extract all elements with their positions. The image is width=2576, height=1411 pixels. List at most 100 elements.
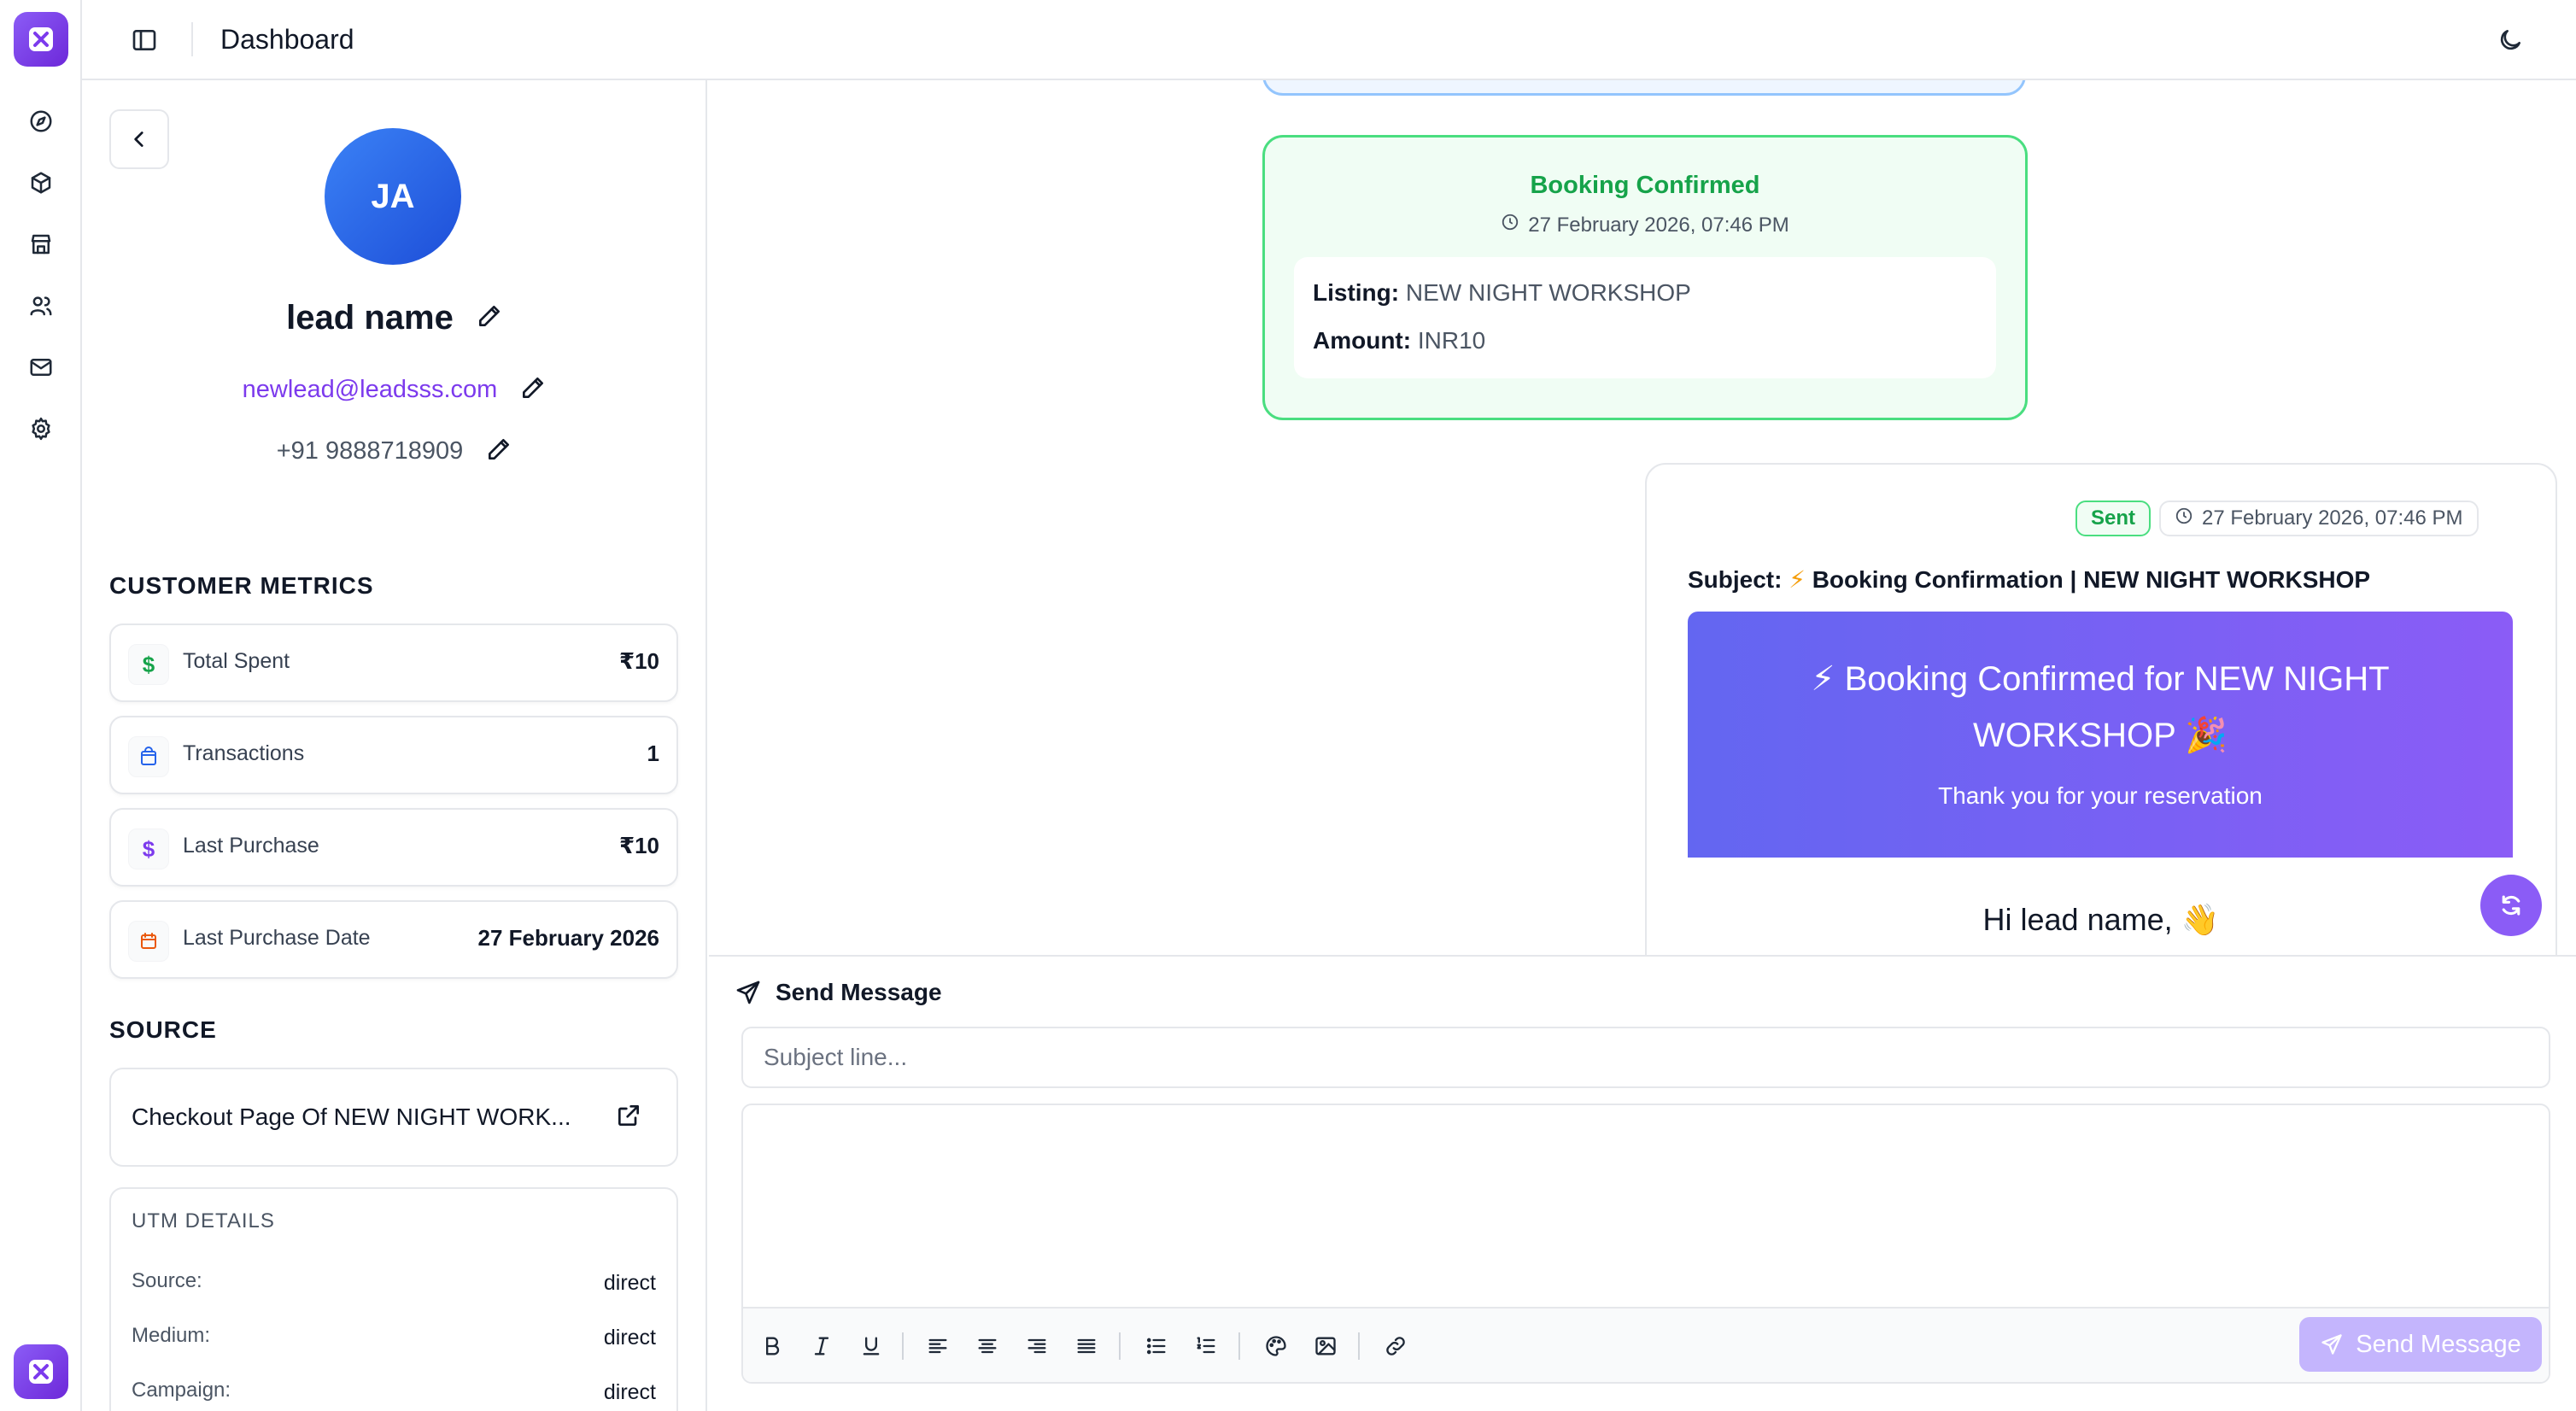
- dollar-icon: $: [128, 828, 169, 869]
- subject-text: Booking Confirmation | NEW NIGHT WORKSHO…: [1812, 566, 2371, 593]
- metric-value: 1: [647, 741, 659, 766]
- package-icon[interactable]: [24, 166, 58, 200]
- send-icon: [2321, 1334, 2342, 1355]
- edit-name-pencil-icon[interactable]: [476, 302, 503, 334]
- send-message-button[interactable]: Send Message: [2299, 1317, 2542, 1372]
- edit-email-pencil-icon[interactable]: [519, 374, 547, 406]
- bullet-list-icon[interactable]: [1139, 1329, 1174, 1363]
- app-logo[interactable]: [14, 12, 68, 67]
- toolbar-divider: [1358, 1332, 1360, 1360]
- lead-phone: +91 9888718909: [276, 437, 464, 465]
- refresh-button[interactable]: [2480, 875, 2542, 936]
- avatar: JA: [325, 128, 461, 265]
- palette-icon[interactable]: [1259, 1329, 1293, 1363]
- customer-metrics-title: CUSTOMER METRICS: [109, 572, 374, 599]
- email-banner-subtitle: Thank you for your reservation: [1938, 782, 2263, 809]
- booking-amount: Amount: INR10: [1313, 327, 1485, 354]
- utm-value: direct: [603, 1380, 656, 1404]
- booking-confirmed-card: Booking Confirmed 27 February 2026, 07:4…: [1262, 135, 2028, 420]
- numbered-list-icon[interactable]: [1189, 1329, 1223, 1363]
- back-button[interactable]: [109, 109, 169, 169]
- toolbar-divider: [1238, 1332, 1240, 1360]
- edit-phone-pencil-icon[interactable]: [485, 436, 512, 467]
- listing-value: NEW NIGHT WORKSHOP: [1405, 279, 1691, 306]
- moon-icon: [2500, 30, 2520, 50]
- compass-icon[interactable]: [24, 104, 58, 138]
- message-editor: Send Message: [741, 1104, 2550, 1384]
- external-link-icon[interactable]: [615, 1102, 646, 1133]
- utm-key: Campaign:: [132, 1379, 231, 1402]
- image-icon[interactable]: [1308, 1329, 1343, 1363]
- editor-body[interactable]: [743, 1105, 2549, 1310]
- lead-email-row: newlead@leadsss.com: [82, 374, 705, 406]
- align-justify-icon[interactable]: [1069, 1329, 1104, 1363]
- status-badge: Sent: [2075, 501, 2152, 536]
- link-icon[interactable]: [1379, 1329, 1413, 1363]
- sidebar-toggle-button[interactable]: [125, 20, 164, 60]
- composer-title: Send Message: [776, 979, 942, 1005]
- metric-value: ₹10: [618, 833, 659, 858]
- dollar-icon: $: [128, 644, 169, 685]
- bold-icon[interactable]: [755, 1329, 789, 1363]
- metric-label: Transactions: [183, 741, 305, 765]
- composer-header: Send Message: [735, 979, 942, 1006]
- app-logo-bottom[interactable]: [14, 1344, 68, 1399]
- settings-icon[interactable]: [24, 412, 58, 446]
- header-divider: [191, 22, 193, 56]
- utm-value: direct: [603, 1271, 656, 1295]
- booking-details: Listing: NEW NIGHT WORKSHOP Amount: INR1…: [1294, 257, 1996, 378]
- source-card[interactable]: Checkout Page Of NEW NIGHT WORK...: [109, 1068, 678, 1167]
- amount-label: Amount:: [1313, 327, 1412, 354]
- panel-left-icon: [132, 30, 156, 50]
- subject-input[interactable]: [741, 1027, 2550, 1088]
- listing-label: Listing:: [1313, 279, 1400, 306]
- refresh-icon: [2502, 895, 2520, 916]
- theme-toggle-button[interactable]: [2491, 20, 2530, 60]
- utm-row-campaign: Campaign: direct: [132, 1379, 656, 1406]
- users-icon[interactable]: [24, 289, 58, 323]
- align-right-icon[interactable]: [1020, 1329, 1054, 1363]
- utm-key: Medium:: [132, 1324, 211, 1347]
- lead-phone-row: +91 9888718909: [82, 436, 705, 467]
- align-left-icon[interactable]: [921, 1329, 955, 1363]
- underline-icon[interactable]: [854, 1329, 888, 1363]
- metric-label: Last Purchase: [183, 834, 319, 858]
- utm-row-source: Source: direct: [132, 1269, 656, 1297]
- mail-icon[interactable]: [24, 350, 58, 384]
- toolbar-divider: [902, 1332, 904, 1360]
- utm-row-medium: Medium: direct: [132, 1324, 656, 1351]
- email-banner-title: ⚡ Booking Confirmed for NEW NIGHT WORKSH…: [1811, 660, 2390, 754]
- booking-listing: Listing: NEW NIGHT WORKSHOP: [1313, 279, 1691, 307]
- calendar-icon: [128, 921, 169, 962]
- sent-email-card: Sent 27 February 2026, 07:46 PM Subject:…: [1645, 463, 2557, 955]
- booking-time-text: 27 February 2026, 07:46 PM: [1528, 213, 1789, 237]
- lead-name-row: lead name: [82, 299, 705, 337]
- email-greeting: Hi lead name, 👋: [1982, 902, 2220, 937]
- metric-total-spent: $ Total Spent ₹10: [109, 624, 678, 702]
- metric-value: 27 February 2026: [477, 925, 659, 951]
- source-label: Checkout Page Of NEW NIGHT WORK...: [132, 1104, 571, 1130]
- email-subject: Subject: ⚡ Booking Confirmation | NEW NI…: [1688, 565, 2370, 594]
- top-bar: Dashboard: [82, 0, 2576, 80]
- send-button-label: Send Message: [2356, 1330, 2521, 1358]
- align-center-icon[interactable]: [970, 1329, 1004, 1363]
- lead-email[interactable]: newlead@leadsss.com: [243, 376, 498, 404]
- app-rail: [0, 0, 82, 1411]
- source-title: SOURCE: [109, 1016, 217, 1043]
- chevron-left-icon: [134, 132, 143, 147]
- send-icon: [736, 981, 760, 1004]
- booking-title: Booking Confirmed: [1530, 172, 1760, 199]
- subject-label: Subject:: [1688, 566, 1783, 593]
- message-timeline[interactable]: Booking Confirmed 27 February 2026, 07:4…: [709, 80, 2576, 955]
- editor-toolbar: Send Message: [743, 1307, 2549, 1382]
- email-banner: ⚡ Booking Confirmed for NEW NIGHT WORKSH…: [1688, 612, 2513, 858]
- email-time-text: 27 February 2026, 07:46 PM: [2202, 506, 2463, 530]
- metric-transactions: Transactions 1: [109, 716, 678, 794]
- page-title: Dashboard: [220, 24, 354, 55]
- store-icon[interactable]: [24, 227, 58, 261]
- italic-icon[interactable]: [805, 1329, 839, 1363]
- utm-key: Source:: [132, 1269, 202, 1292]
- metric-label: Last Purchase Date: [183, 926, 371, 950]
- clock-icon: [2175, 506, 2193, 531]
- shopping-bag-icon: [128, 736, 169, 777]
